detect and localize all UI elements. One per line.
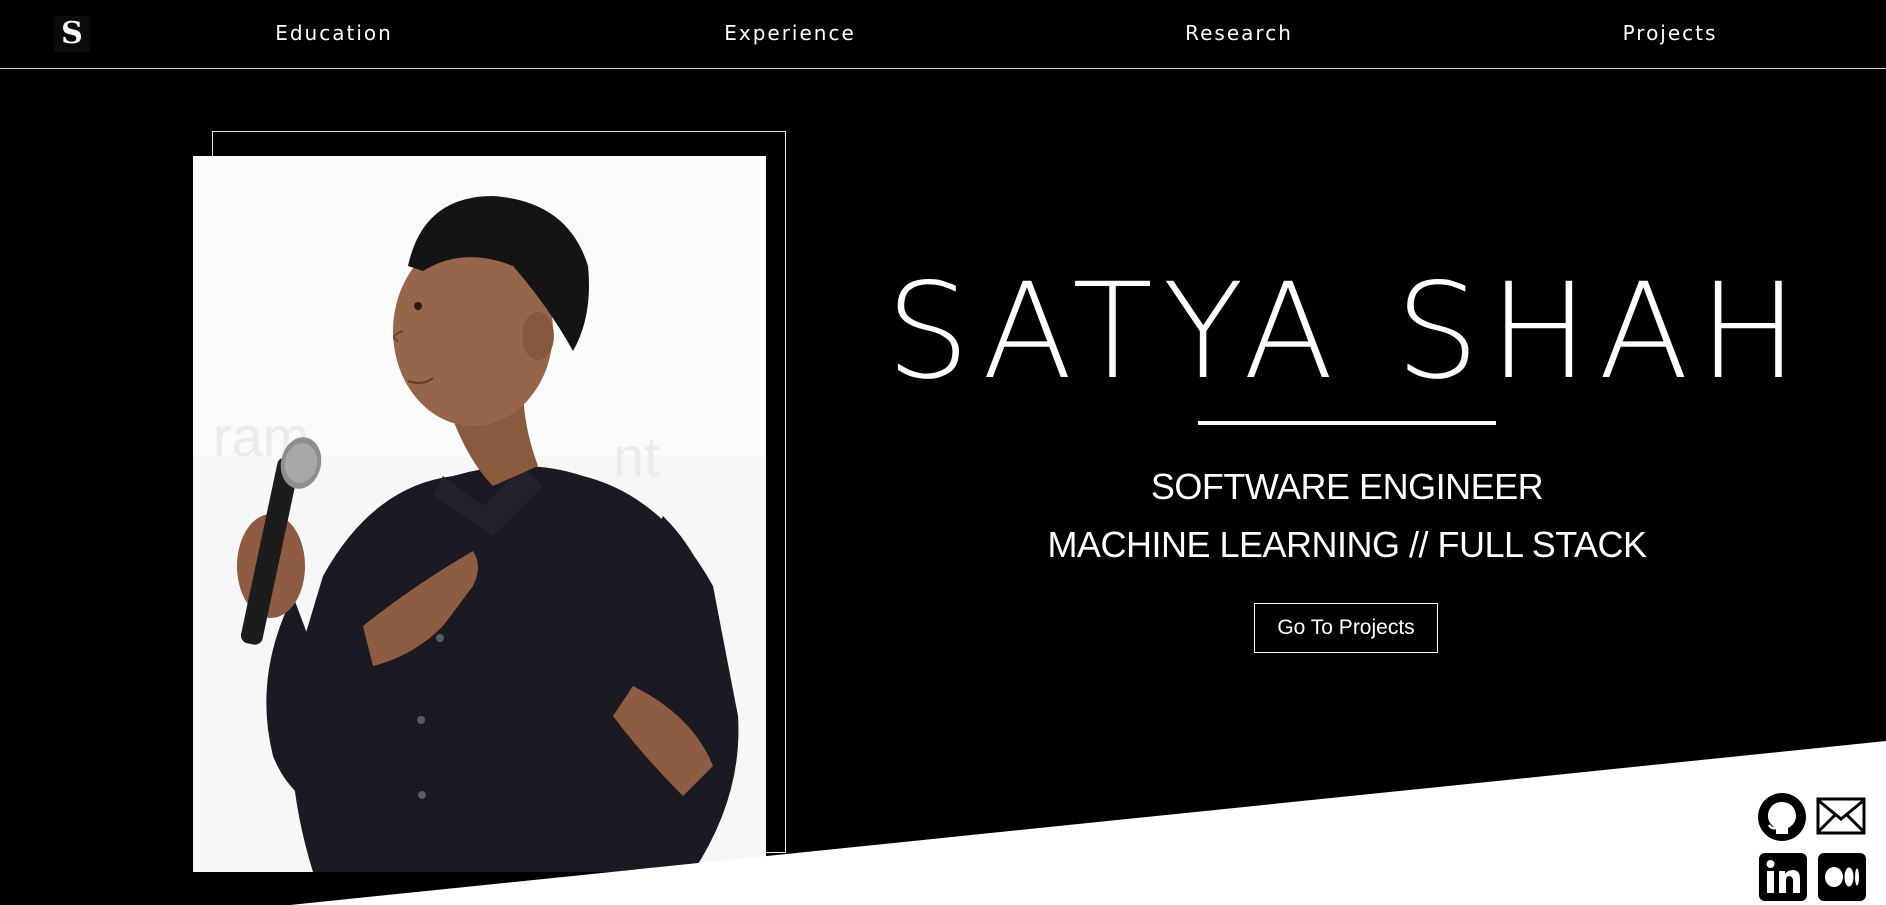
nav-link-experience[interactable]: Experience [724,21,856,45]
linkedin-icon[interactable] [1758,852,1808,902]
hero-underline [1198,421,1496,425]
hero-focus: MACHINE LEARNING // FULL STACK [1047,524,1647,565]
github-icon[interactable] [1757,792,1807,842]
go-to-projects-button[interactable]: Go To Projects [1254,603,1438,653]
hero-name: SATYA SHAH [885,255,1809,409]
top-nav: S Education Experience Research Projects [0,0,1886,69]
page: S Education Experience Research Projects… [0,0,1886,905]
nav-link-projects[interactable]: Projects [1623,21,1718,45]
nav-link-research[interactable]: Research [1185,21,1293,45]
profile-photo: ram nt [193,156,766,872]
medium-icon[interactable] [1817,852,1867,902]
svg-text:nt: nt [613,425,660,488]
hero-role: SOFTWARE ENGINEER [1150,466,1544,507]
logo-letter: S [61,16,83,51]
logo[interactable]: S [54,16,90,52]
mail-icon[interactable] [1816,795,1866,845]
nav-link-education[interactable]: Education [275,21,393,45]
